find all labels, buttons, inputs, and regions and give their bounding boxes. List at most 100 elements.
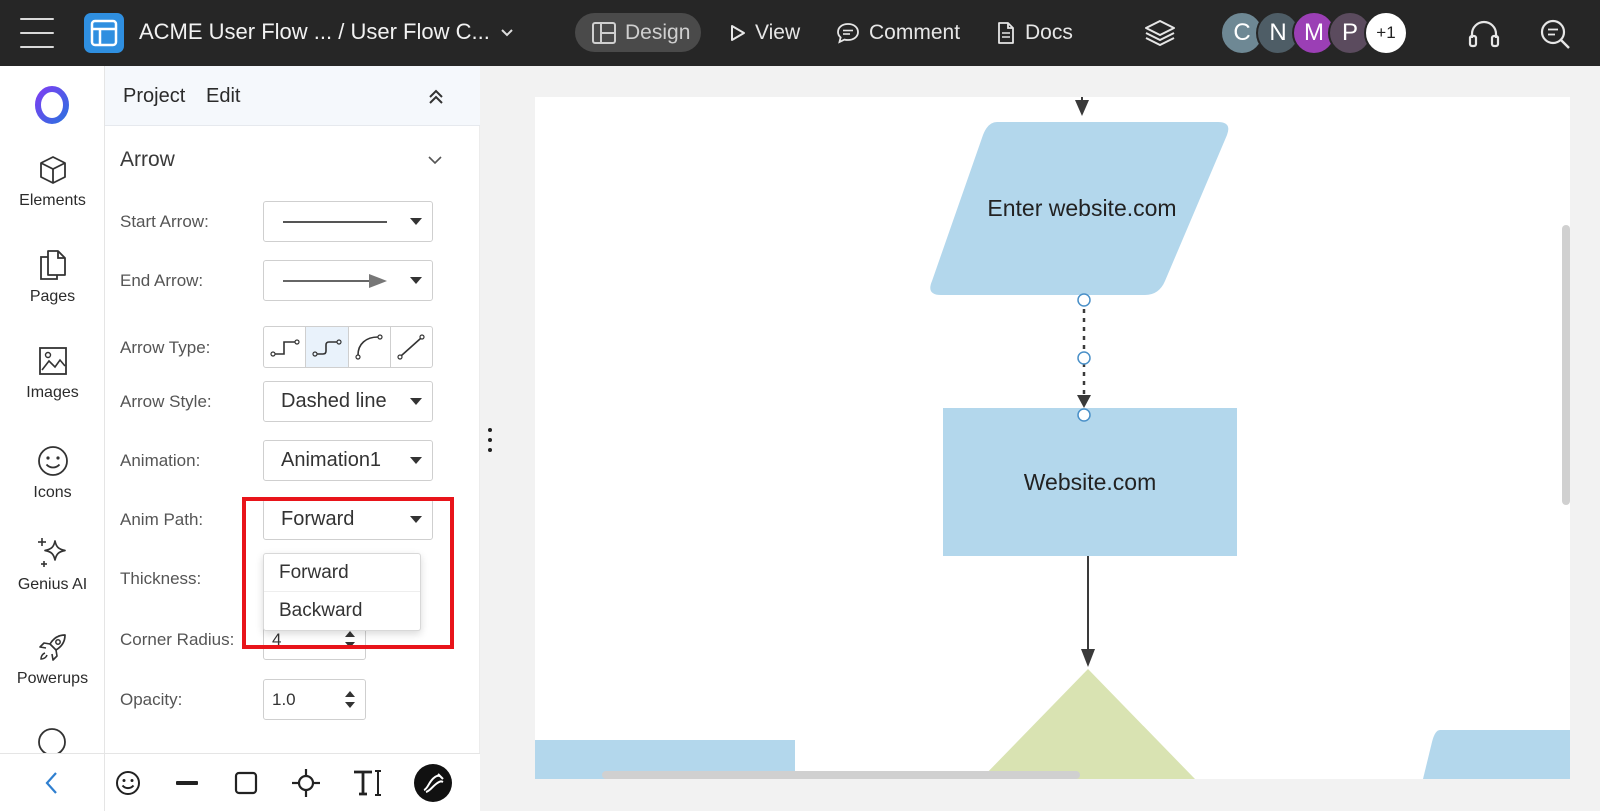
animation-dropdown[interactable]: Animation1 (263, 440, 433, 481)
mode-comment-button[interactable]: Comment (836, 13, 960, 52)
mode-design-label: Design (625, 20, 691, 44)
start-arrow-dropdown[interactable] (263, 201, 433, 242)
arrow-type-curved-elbow-icon[interactable] (306, 327, 349, 367)
line-tool-icon[interactable] (169, 765, 205, 801)
headset-support-icon[interactable] (1466, 16, 1502, 52)
document-icon (998, 21, 1014, 44)
draw-tool-icon[interactable] (414, 764, 452, 802)
opacity-stepper[interactable]: 1.0 (263, 679, 366, 720)
connector-handle[interactable] (1077, 351, 1091, 365)
cube-icon (39, 156, 66, 184)
text-tool-icon[interactable] (350, 765, 386, 801)
app-window: ACME User Flow ... / User Flow C... Desi… (0, 0, 1600, 811)
arrow-type-selector (263, 326, 433, 368)
decrement-arrow-icon[interactable] (345, 642, 355, 648)
anim-path-option-backward[interactable]: Backward (264, 592, 420, 630)
hamburger-menu-icon[interactable] (20, 18, 54, 48)
opacity-label: Opacity: (120, 690, 183, 709)
opacity-value: 1.0 (272, 689, 296, 709)
arrowhead-icon (1075, 100, 1089, 116)
tab-edit[interactable]: Edit (206, 85, 240, 108)
parallelogram-label: Enter website.com (987, 195, 1177, 221)
bottom-toolbar (0, 753, 480, 811)
sparkle-icon (37, 538, 66, 567)
smiley-icon (37, 446, 68, 476)
rail-item-icons[interactable]: Icons (0, 444, 104, 502)
play-icon (731, 24, 745, 41)
panel-header: Project Edit (105, 66, 480, 126)
mode-view-label: View (755, 20, 801, 44)
tab-project[interactable]: Project (123, 85, 185, 108)
comment-icon (837, 22, 859, 44)
pages-icon (39, 250, 66, 280)
decision-shape[interactable] (981, 669, 1195, 779)
start-arrow-label: Start Arrow: (120, 212, 209, 231)
title-chevron-down-icon[interactable] (496, 22, 518, 44)
brand-logo-icon[interactable] (33, 86, 71, 124)
rail-item-elements[interactable]: Elements (0, 154, 104, 210)
mode-comment-label: Comment (869, 20, 961, 44)
rail-item-images[interactable]: Images (0, 344, 104, 402)
partial-parallelogram-shape[interactable] (1423, 730, 1570, 779)
arrowhead-icon (1081, 649, 1095, 667)
arrow-type-elbow-icon[interactable] (264, 327, 307, 367)
properties-panel: Project Edit Arrow Start Arrow: End Arro… (105, 66, 480, 753)
rail-item-genius-ai[interactable]: Genius AI (0, 536, 104, 594)
emoji-tool-icon[interactable] (110, 765, 146, 801)
increment-arrow-icon[interactable] (345, 631, 355, 637)
rail-item-label: Icons (33, 484, 72, 501)
vertical-scrollbar[interactable] (1562, 225, 1570, 505)
app-logo-icon[interactable] (84, 13, 124, 53)
panel-resize-handle[interactable] (486, 428, 494, 452)
search-icon[interactable] (1537, 16, 1573, 52)
collaborator-avatars: C N M P +1 (1220, 11, 1408, 55)
section-chevron-down-icon[interactable] (425, 150, 445, 170)
mode-design-button[interactable]: Design (575, 13, 701, 52)
decrement-arrow-icon[interactable] (345, 702, 355, 708)
arrow-head-line-icon (283, 273, 387, 288)
back-chevron-icon[interactable] (0, 754, 105, 811)
document-title[interactable]: ACME User Flow ... / User Flow C... (139, 19, 490, 45)
connector-handle[interactable] (1077, 408, 1091, 422)
animation-label: Animation: (120, 451, 201, 470)
collapse-panel-icon[interactable] (423, 84, 449, 110)
horizontal-scrollbar[interactable] (602, 771, 1080, 779)
rail-item-pages[interactable]: Pages (0, 248, 104, 306)
more-tools-icon[interactable] (36, 726, 68, 753)
rail-item-label: Elements (19, 192, 86, 209)
rail-item-powerups[interactable]: Powerups (0, 630, 104, 688)
mode-docs-label: Docs (1025, 20, 1073, 44)
arrow-style-dropdown[interactable]: Dashed line (263, 381, 433, 422)
left-rail: Elements Pages Images Icons Genius AI Po… (0, 66, 105, 753)
anim-path-value: Forward (281, 508, 355, 530)
connector-tool-icon[interactable] (288, 765, 324, 801)
arrow-type-straight-icon[interactable] (391, 327, 432, 367)
mode-view-button[interactable]: View (730, 13, 800, 52)
thickness-label: Thickness: (120, 569, 202, 588)
plain-line-icon (283, 220, 387, 223)
rail-item-label: Images (26, 384, 79, 401)
rail-item-label: Pages (29, 288, 76, 305)
diagram-canvas[interactable]: Enter website.com Website.com (535, 97, 1570, 779)
section-title-arrow[interactable]: Arrow (120, 148, 175, 172)
layers-icon[interactable] (1143, 16, 1177, 50)
arrowhead-icon (1077, 395, 1091, 408)
arrow-type-curve-icon[interactable] (349, 327, 391, 367)
animation-value: Animation1 (281, 449, 382, 471)
avatar-more-count[interactable]: +1 (1364, 11, 1408, 55)
mode-docs-button[interactable]: Docs (996, 13, 1073, 52)
anim-path-label: Anim Path: (120, 510, 204, 529)
arrow-style-label: Arrow Style: (120, 392, 212, 411)
anim-path-option-forward[interactable]: Forward (264, 554, 420, 592)
anim-path-dropdown[interactable]: Forward (263, 499, 433, 540)
rectangle-label: Website.com (1023, 469, 1157, 495)
anim-path-menu: Forward Backward (263, 553, 421, 631)
increment-arrow-icon[interactable] (345, 691, 355, 697)
end-arrow-dropdown[interactable] (263, 260, 433, 301)
connector-handle[interactable] (1077, 293, 1091, 307)
end-arrow-label: End Arrow: (120, 271, 204, 290)
rocket-icon (38, 634, 66, 661)
image-icon (38, 347, 67, 375)
corner-radius-label: Corner Radius: (120, 630, 235, 649)
rectangle-tool-icon[interactable] (228, 765, 264, 801)
